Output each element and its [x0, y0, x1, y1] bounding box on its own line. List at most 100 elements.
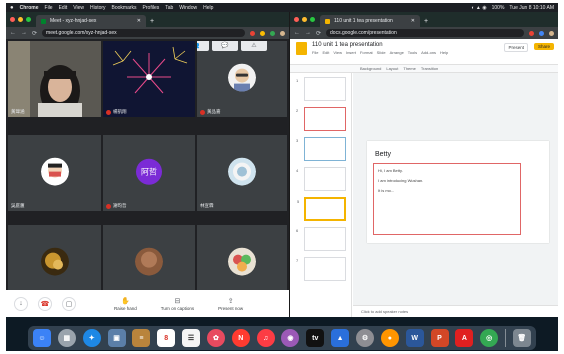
hang-up-icon[interactable]: ☎	[38, 296, 52, 311]
menu-history[interactable]: History	[90, 5, 106, 11]
extension-icon[interactable]	[260, 30, 265, 36]
document-title[interactable]: 110 unit 1 tea presentation	[312, 42, 383, 48]
toolbar-transition[interactable]: Transition	[421, 66, 438, 71]
profile-avatar[interactable]	[549, 30, 554, 36]
slide-text-box[interactable]: Hi, I am Betty. I am introducing Wushan.…	[373, 163, 521, 235]
menu-edit[interactable]: Edit	[59, 5, 68, 11]
share-button[interactable]: Share	[533, 43, 554, 50]
battery-label[interactable]: 100%	[492, 5, 505, 11]
reload-icon[interactable]: ⟳	[316, 30, 321, 37]
extension-icon[interactable]	[270, 30, 275, 36]
podcasts-icon[interactable]: ◉	[281, 329, 300, 347]
news-icon[interactable]: N	[231, 329, 250, 347]
participant-tile[interactable]: 吳庭蕙	[8, 135, 101, 211]
present-now-button[interactable]: ⇪ Present now	[218, 297, 243, 311]
chat-icon[interactable]: 💬	[212, 41, 238, 51]
toolbar-theme[interactable]: Theme	[403, 66, 415, 71]
profile-avatar[interactable]	[280, 30, 285, 36]
slides-logo-icon[interactable]	[296, 42, 307, 55]
safari-icon[interactable]: ✦	[82, 329, 101, 347]
participant-tile[interactable]: 楊凱翔	[103, 41, 195, 117]
menu-format[interactable]: Format	[360, 50, 373, 55]
menu-help[interactable]: Help	[203, 5, 213, 11]
toolbar-layout[interactable]: Layout	[386, 66, 398, 71]
minimize-window-icon[interactable]	[302, 17, 307, 22]
camera-toggle-icon[interactable]: ▢	[62, 296, 76, 311]
menu-tools[interactable]: Tools	[408, 50, 417, 55]
tab-close-icon[interactable]: ✕	[411, 18, 415, 24]
participant-tile[interactable]: 👥 💬 ⚠ 黃品嘉	[197, 41, 287, 117]
acrobat-icon[interactable]: A	[455, 329, 474, 347]
launchpad-icon[interactable]: ▦	[57, 329, 76, 347]
clock-label[interactable]: Tue Jun 8 10:10 AM	[509, 5, 554, 11]
menu-slide[interactable]: Slide	[377, 50, 386, 55]
apple-icon[interactable]: ●	[10, 5, 14, 11]
extension-icon[interactable]	[539, 30, 544, 36]
menu-profiles[interactable]: Profiles	[143, 5, 160, 11]
participant-tile[interactable]: 黃瑋涵	[8, 41, 101, 117]
tv-icon[interactable]: tv	[306, 329, 325, 347]
photos-icon[interactable]: ✿	[206, 329, 225, 347]
captions-button[interactable]: ⊟ Turn on captions	[161, 297, 194, 311]
menu-addons[interactable]: Add-ons	[421, 50, 436, 55]
finder-icon[interactable]: ☺	[33, 329, 51, 347]
slide-heading[interactable]: Betty	[375, 151, 391, 158]
close-window-icon[interactable]	[294, 17, 299, 22]
participant-tile[interactable]: 阿哲 謝昀哲	[103, 135, 195, 211]
menu-view[interactable]: View	[333, 50, 342, 55]
menu-arrange[interactable]: Arrange	[390, 50, 404, 55]
zoom-window-icon[interactable]	[310, 17, 315, 22]
slide-thumbnail[interactable]: 7	[296, 257, 346, 281]
menu-bookmarks[interactable]: Bookmarks	[112, 5, 137, 11]
speaker-notes-field[interactable]: Click to add speaker notes	[353, 305, 558, 317]
toolbar-background[interactable]: Background	[360, 66, 381, 71]
forward-icon[interactable]: →	[21, 30, 27, 36]
reminders-icon[interactable]: ☰	[182, 329, 201, 347]
tab-slides[interactable]: 110 unit 1 tea presentation ✕	[320, 15, 420, 27]
menu-tab[interactable]: Tab	[165, 5, 173, 11]
current-slide[interactable]: Betty Hi, I am Betty. I am introducing W…	[367, 141, 549, 243]
mic-toggle-icon[interactable]: ↓	[14, 296, 28, 311]
back-icon[interactable]: ←	[294, 30, 300, 36]
new-tab-icon[interactable]: +	[424, 18, 428, 25]
menu-app-name[interactable]: Chrome	[20, 5, 39, 11]
people-icon[interactable]: 👥	[197, 41, 209, 51]
zoom-window-icon[interactable]	[26, 17, 31, 22]
menu-help[interactable]: Help	[440, 50, 448, 55]
present-button[interactable]: Present	[504, 43, 528, 52]
music-icon[interactable]: ♫	[256, 329, 275, 347]
reload-icon[interactable]: ⟳	[32, 30, 37, 37]
word-icon[interactable]: W	[405, 329, 424, 347]
raise-hand-button[interactable]: ✋ Raise hand	[114, 297, 137, 311]
system-preferences-icon[interactable]: ⚙	[355, 329, 374, 347]
new-tab-icon[interactable]: +	[150, 18, 154, 25]
slide-thumbnail[interactable]: 1	[296, 77, 346, 101]
menu-file[interactable]: File	[312, 50, 318, 55]
preview-icon[interactable]: ▣	[107, 329, 126, 347]
back-icon[interactable]: ←	[10, 30, 16, 36]
menu-insert[interactable]: Insert	[346, 50, 356, 55]
slide-thumbnail[interactable]: 3	[296, 137, 346, 161]
close-window-icon[interactable]	[10, 17, 15, 22]
tab-meet[interactable]: Meet - xyz-hnjad-sex ✕	[36, 15, 146, 27]
slide-thumbnail-selected[interactable]: 5	[297, 197, 346, 221]
chrome-icon[interactable]: ◎	[480, 329, 499, 347]
extension-icon[interactable]	[250, 30, 255, 36]
zoom-app-icon[interactable]: ●	[380, 329, 399, 347]
slide-thumbnail[interactable]: 6	[296, 227, 346, 251]
activities-icon[interactable]: ⚠	[241, 41, 267, 51]
slide-thumbnail[interactable]: 2	[296, 107, 346, 131]
menu-view[interactable]: View	[73, 5, 84, 11]
trash-icon[interactable]: 🗑	[512, 329, 531, 347]
powerpoint-icon[interactable]: P	[430, 329, 449, 347]
forward-icon[interactable]: →	[305, 30, 311, 36]
extension-icon[interactable]	[529, 30, 534, 36]
menu-edit[interactable]: Edit	[322, 50, 329, 55]
menu-file[interactable]: File	[45, 5, 53, 11]
calendar-icon[interactable]: 8	[157, 329, 176, 347]
participant-tile[interactable]: 林宣霖	[197, 135, 287, 211]
url-input[interactable]: docs.google.com/presentation	[326, 29, 524, 37]
notes-icon[interactable]: ≡	[132, 329, 151, 347]
tab-close-icon[interactable]: ✕	[137, 18, 141, 24]
menu-window[interactable]: Window	[179, 5, 197, 11]
